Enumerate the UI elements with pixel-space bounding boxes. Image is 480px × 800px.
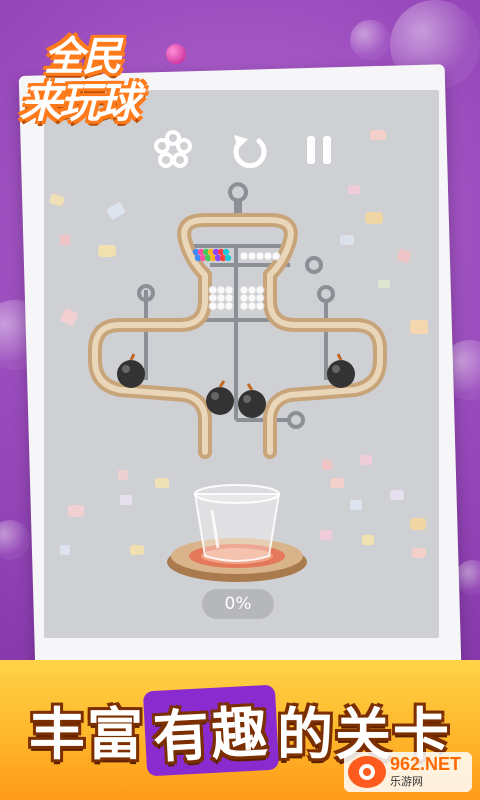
colored-ball xyxy=(222,248,230,256)
colored-ball xyxy=(224,254,232,262)
bomb-icon xyxy=(327,353,355,388)
bomb-icon xyxy=(206,380,234,415)
puzzle-structure xyxy=(88,182,387,582)
watermark-badge-icon xyxy=(348,756,386,788)
watermark-main: 962.NET xyxy=(390,754,462,774)
glass-cup xyxy=(193,484,281,562)
progress-indicator: 0% xyxy=(202,589,274,619)
watermark-sub: 乐游网 xyxy=(390,775,423,788)
bomb-icon xyxy=(117,353,145,388)
watermark: 962.NET 乐游网 xyxy=(344,752,472,792)
bomb-icon xyxy=(238,383,266,418)
promo-text-highlight: 有趣 xyxy=(142,684,280,777)
colored-balls xyxy=(192,248,232,262)
promo-text-1: 丰富 xyxy=(29,703,145,768)
